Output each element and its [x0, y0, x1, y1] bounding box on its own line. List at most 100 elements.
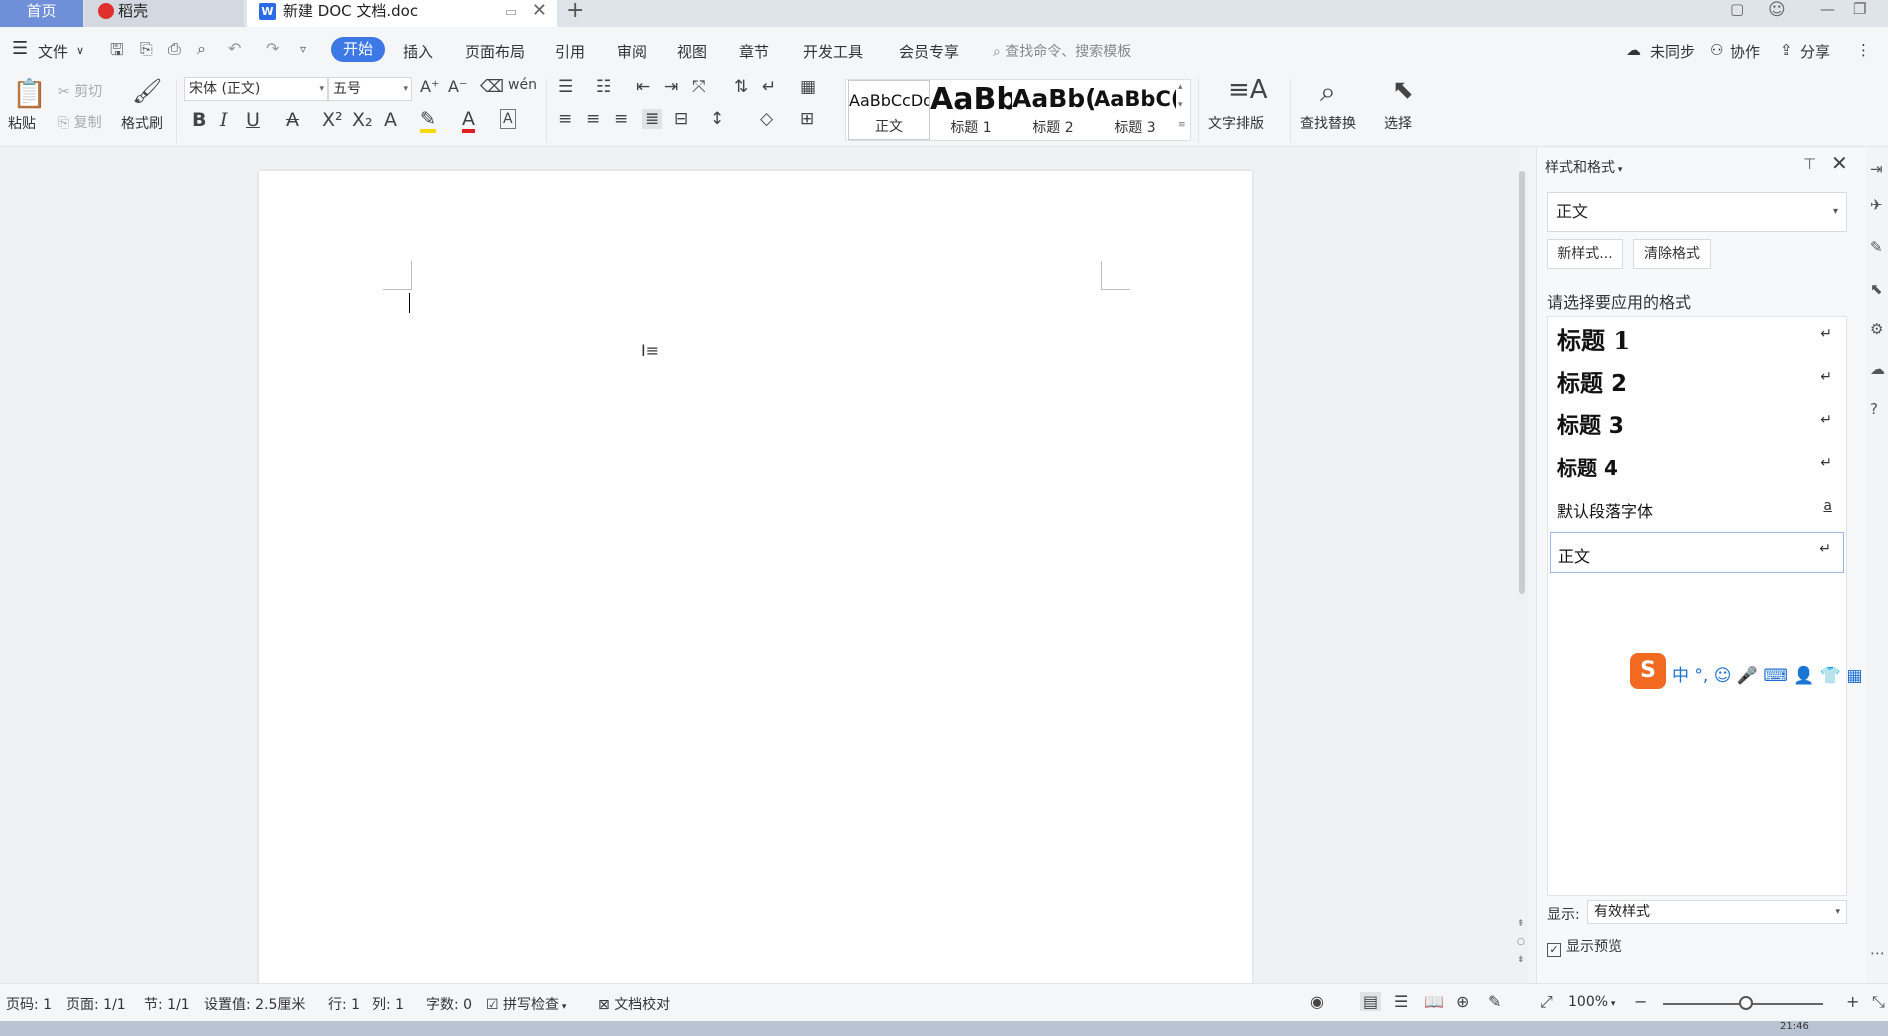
style-list-item-normal[interactable]: 正文 ↵ — [1550, 532, 1844, 573]
grow-font-icon[interactable]: A⁺ — [420, 77, 439, 96]
scrollbar-thumb[interactable] — [1519, 171, 1525, 594]
document-page[interactable] — [259, 171, 1252, 983]
current-style-select[interactable]: 正文 ▾ — [1547, 192, 1847, 232]
rail-style-icon[interactable]: ✎ — [1870, 238, 1883, 256]
style-list-item-default-font[interactable]: 默认段落字体 a — [1550, 489, 1844, 527]
underline-icon[interactable]: U — [246, 109, 260, 131]
font-name-select[interactable]: 宋体 (正文) ▾ — [184, 77, 328, 101]
style-list-item-heading-4[interactable]: 标题 4 ↵ — [1550, 447, 1844, 485]
zoom-level[interactable]: 100% ▾ — [1568, 994, 1615, 1010]
tab-home[interactable]: 首页 — [0, 0, 83, 27]
status-pages[interactable]: 页面: 1/1 — [66, 994, 126, 1014]
align-left-icon[interactable]: ≡ — [558, 109, 572, 129]
status-word-count[interactable]: 字数: 0 — [426, 994, 472, 1014]
panel-title[interactable]: 样式和格式 ▾ — [1545, 157, 1622, 177]
clear-formatting-icon[interactable]: ⌫ — [480, 77, 504, 97]
numbered-list-icon[interactable]: ☷ — [596, 77, 611, 97]
style-heading-2[interactable]: AaBb( 标题 2 — [1012, 80, 1094, 140]
new-style-button[interactable]: 新样式... — [1547, 239, 1623, 269]
proofread-button[interactable]: ⊠ 文档校对 — [598, 994, 670, 1014]
pin-panel-icon[interactable]: ⊤ — [1803, 155, 1816, 173]
rail-rocket-icon[interactable]: ✈ — [1870, 196, 1883, 214]
status-row[interactable]: 行: 1 — [328, 994, 360, 1014]
status-page-number[interactable]: 页码: 1 — [6, 994, 52, 1014]
rail-backup-icon[interactable]: ☁ — [1870, 360, 1885, 378]
font-color-icon[interactable]: A — [462, 109, 475, 133]
close-panel-icon[interactable]: ✕ — [1831, 151, 1848, 175]
style-list-item-heading-3[interactable]: 标题 3 ↵ — [1550, 404, 1844, 442]
tab-home-ribbon[interactable]: 开始 — [331, 37, 385, 62]
align-right-icon[interactable]: ≡ — [614, 109, 628, 129]
table-tools-icon[interactable]: ▦ — [800, 77, 816, 97]
sort-icon[interactable]: ⇅ — [734, 77, 748, 97]
chinese-layout-icon[interactable]: ⤧ — [692, 77, 706, 97]
font-size-select[interactable]: 五号 ▾ — [328, 77, 412, 101]
status-column[interactable]: 列: 1 — [372, 994, 404, 1014]
style-list-item-heading-2[interactable]: 标题 2 ↵ — [1550, 361, 1844, 399]
customize-toolbar-icon[interactable]: ▿ — [300, 42, 306, 56]
paste-button[interactable]: 粘贴 — [8, 113, 36, 133]
spell-check-button[interactable]: ☑ 拼写检查 ▾ — [486, 994, 566, 1014]
style-normal[interactable]: AaBbCcDd 正文 — [848, 80, 930, 140]
gallery-more-icon[interactable]: ≡ — [1178, 120, 1186, 130]
clear-format-button[interactable]: 清除格式 — [1633, 239, 1711, 269]
save-icon[interactable]: 🖫 — [110, 39, 124, 66]
rail-settings-icon[interactable]: ⚙ — [1870, 320, 1883, 338]
redo-icon[interactable]: ↷ — [266, 39, 279, 58]
status-section[interactable]: 节: 1/1 — [144, 994, 190, 1014]
gallery-scroll-up-icon[interactable]: ▴ — [1178, 82, 1183, 92]
file-menu[interactable]: 文件 — [38, 41, 68, 62]
print-icon[interactable]: ⎙ — [168, 39, 181, 59]
shrink-font-icon[interactable]: A⁻ — [448, 77, 467, 96]
vertical-scrollbar[interactable]: ⇞ ○ ⇟ — [1516, 171, 1528, 983]
pin-tab-icon[interactable]: ▭ — [505, 2, 517, 24]
text-effect-icon[interactable]: A — [384, 109, 397, 131]
shading-icon[interactable]: ◇ — [760, 109, 773, 129]
line-spacing-icon[interactable]: ↕ — [710, 109, 724, 129]
strikethrough-icon[interactable]: A — [286, 109, 299, 131]
next-page-icon[interactable]: ⇟ — [1517, 955, 1525, 965]
tab-review[interactable]: 审阅 — [617, 41, 647, 62]
fit-page-icon[interactable]: ⤢ — [1540, 992, 1553, 1012]
style-list-item-heading-1[interactable]: 标题 1 ↵ — [1550, 318, 1844, 356]
format-painter-button[interactable]: 格式刷 — [121, 113, 163, 133]
tab-view[interactable]: 视图 — [677, 41, 707, 62]
new-tab-button[interactable]: + — [566, 0, 584, 23]
tab-insert[interactable]: 插入 — [403, 41, 433, 62]
window-layout-icon[interactable]: ▢ — [1730, 0, 1744, 18]
zoom-slider-handle[interactable] — [1739, 996, 1753, 1010]
paste-icon[interactable]: 📋 — [12, 77, 47, 110]
rail-help-icon[interactable]: ? — [1870, 400, 1878, 418]
ime-toolbar-items[interactable]: 中 °, ☺ 🎤 ⌨ 👤 👕 ▦ — [1672, 661, 1863, 686]
tab-daoke[interactable]: 稻壳 — [84, 0, 244, 27]
collaborate-button[interactable]: 协作 — [1730, 41, 1760, 62]
subscript-icon[interactable]: X₂ — [352, 109, 373, 131]
tab-page-layout[interactable]: 页面布局 — [465, 41, 525, 62]
command-search-input[interactable]: ⌕ 查找命令、搜索模板 — [993, 41, 1131, 61]
style-heading-1[interactable]: AaBb 标题 1 — [930, 80, 1012, 140]
more-icon[interactable]: ⋮ — [1856, 41, 1871, 59]
tab-member[interactable]: 会员专享 — [899, 41, 959, 62]
page-view-icon[interactable]: ▤ — [1360, 992, 1382, 1011]
highlight-icon[interactable]: ✎ — [420, 109, 436, 133]
increase-indent-icon[interactable]: ⇥ — [664, 77, 678, 97]
close-tab-icon[interactable]: ✕ — [532, 0, 547, 22]
copy-button[interactable]: ⎘ 复制 — [58, 112, 102, 132]
print-preview-icon[interactable]: ⌕ — [197, 39, 206, 59]
undo-icon[interactable]: ↶ — [228, 39, 241, 58]
share-button[interactable]: 分享 — [1800, 41, 1830, 62]
outline-view-icon[interactable]: ☰ — [1394, 992, 1408, 1011]
justify-icon[interactable]: ≣ — [642, 109, 663, 129]
decrease-indent-icon[interactable]: ⇤ — [636, 77, 650, 97]
prev-page-icon[interactable]: ⇞ — [1517, 919, 1525, 929]
avatar[interactable]: ☺ — [1768, 0, 1786, 20]
italic-icon[interactable]: I — [220, 109, 228, 131]
sogou-logo-icon[interactable]: S — [1630, 653, 1666, 689]
select-button[interactable]: 选择 — [1384, 113, 1412, 133]
sync-status[interactable]: 未同步 — [1650, 41, 1695, 62]
rail-select-icon[interactable]: ⬉ — [1870, 280, 1883, 298]
cut-button[interactable]: ✂ 剪切 — [58, 81, 102, 101]
style-heading-3[interactable]: AaBbC( 标题 3 — [1094, 80, 1176, 140]
bullet-list-icon[interactable]: ☰ — [558, 77, 573, 97]
format-painter-icon[interactable]: 🖌 — [132, 77, 162, 105]
